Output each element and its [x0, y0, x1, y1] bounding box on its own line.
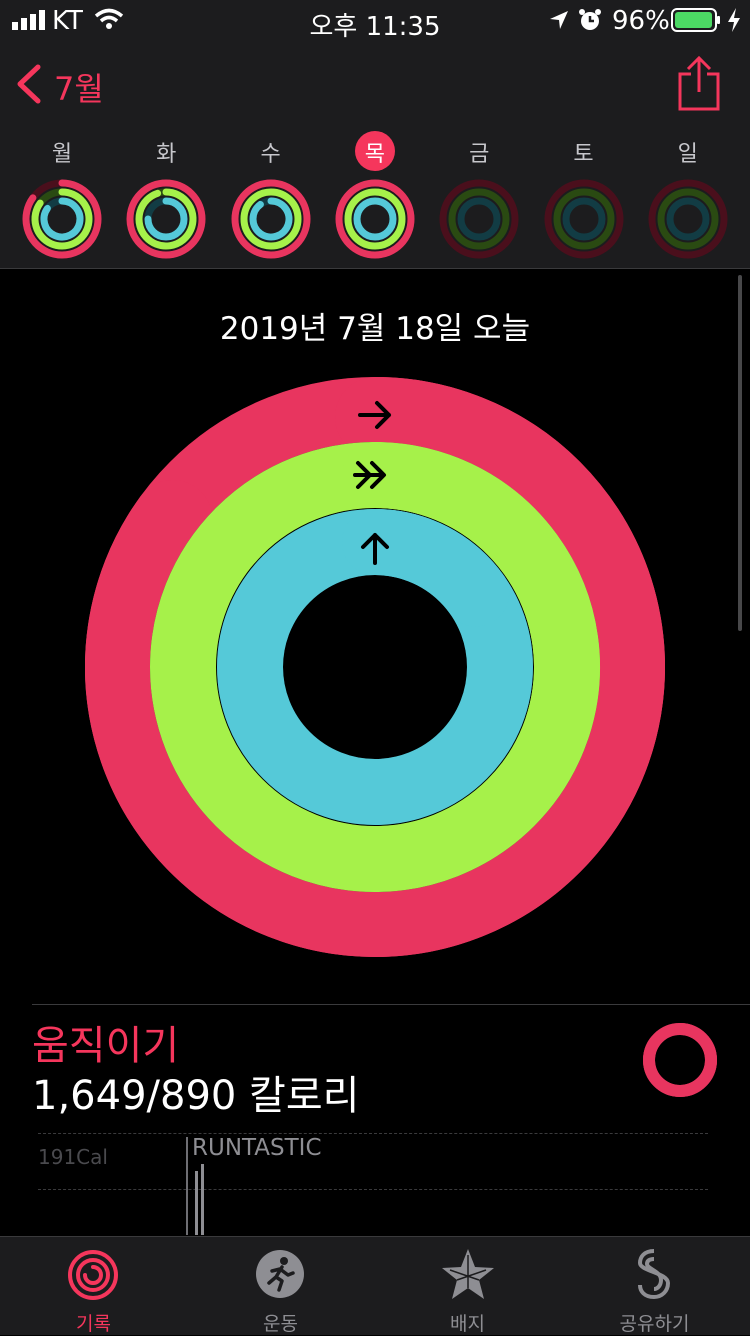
- divider: [32, 1004, 750, 1005]
- day-label: 일: [677, 142, 698, 167]
- ring-detail-view: 2019년 7월 18일 오늘 움직이기 1,649/890 칼로리 191Ca…: [0, 269, 750, 1235]
- day-rings[interactable]: [437, 177, 521, 261]
- day-label: 목: [364, 142, 386, 167]
- chart-axis-label: 191Cal: [38, 1145, 108, 1169]
- day-label: 화: [156, 142, 177, 167]
- day-rings[interactable]: [124, 177, 208, 261]
- week-header: 7월 월화수목금토일: [0, 40, 750, 269]
- status-bar: KT 오후 11:35 96%: [0, 0, 750, 42]
- sharing-icon: [637, 1249, 671, 1300]
- move-value: 1,649/890 칼로리: [32, 1073, 360, 1119]
- tab-label: 기록: [76, 1313, 111, 1335]
- tab-label: 운동: [263, 1313, 298, 1335]
- day-label: 금: [469, 142, 490, 167]
- day-stand-ring-progress: [40, 197, 84, 241]
- tab-label: 배지: [450, 1313, 485, 1335]
- day-stand-ring-track: [666, 197, 710, 241]
- day-rings[interactable]: [20, 177, 104, 261]
- tab-bar: 기록 운동 배지 공유하기: [0, 1236, 750, 1335]
- day-stand-ring-track: [457, 197, 501, 241]
- chart-bar: [201, 1164, 204, 1235]
- running-figure-icon: [256, 1250, 304, 1298]
- day-rings[interactable]: [229, 177, 313, 261]
- day-stand-ring-progress: [353, 197, 397, 241]
- alarm-icon: [579, 9, 601, 30]
- day-stand-ring-progress: [249, 197, 293, 241]
- tab-badges[interactable]: 배지: [374, 1237, 561, 1335]
- charging-bolt-icon: [728, 8, 740, 32]
- location-arrow-icon: [550, 11, 568, 29]
- day-label: 월: [51, 142, 73, 167]
- tab-workouts[interactable]: 운동: [187, 1237, 374, 1335]
- move-ring-button[interactable]: [641, 1021, 719, 1099]
- scroll-indicator[interactable]: [738, 275, 742, 631]
- day-rings[interactable]: [542, 177, 626, 261]
- day-label: 수: [260, 142, 281, 167]
- stand-ring-overflow: [342, 509, 510, 627]
- activity-rings[interactable]: [85, 377, 665, 957]
- chart-annotation: RUNTASTIC: [192, 1135, 322, 1161]
- week-rings-row: 월화수목금토일: [0, 40, 750, 268]
- activity-rings-icon: [68, 1250, 118, 1300]
- tab-sharing[interactable]: 공유하기: [561, 1237, 748, 1335]
- day-label: 토: [573, 142, 594, 167]
- battery-icon: [671, 8, 720, 32]
- day-stand-ring-track: [562, 197, 605, 241]
- chart-gridline-top: [38, 1133, 708, 1134]
- arrow-right-icon: [667, 1049, 693, 1071]
- chart-bar: [195, 1171, 198, 1235]
- chart-gridline-mid: [38, 1189, 708, 1190]
- tab-label: 공유하기: [619, 1313, 690, 1335]
- badge-star-icon: [442, 1249, 494, 1299]
- day-rings[interactable]: [333, 177, 417, 261]
- chart-workout-marker: [186, 1137, 188, 1235]
- date-title: 2019년 7월 18일 오늘: [219, 311, 531, 347]
- tab-history[interactable]: 기록: [0, 1237, 187, 1335]
- battery-percent: 96%: [612, 6, 670, 36]
- day-rings[interactable]: [646, 177, 730, 261]
